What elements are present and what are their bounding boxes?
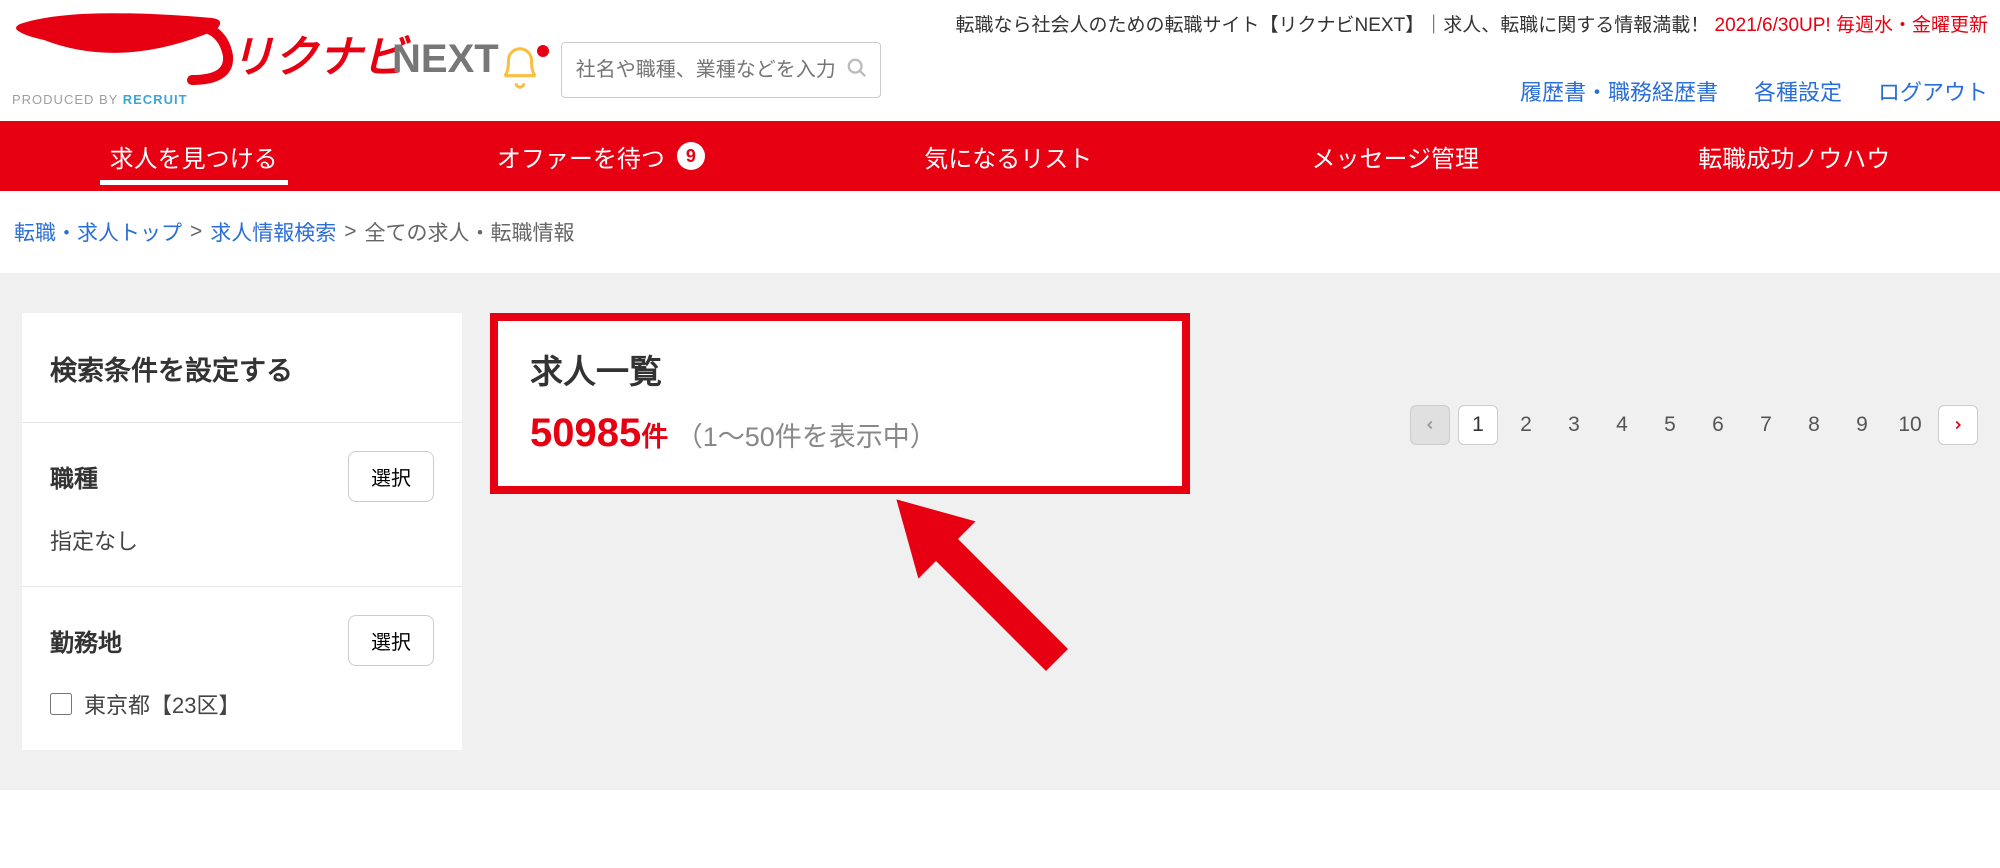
svg-text:リクナビ: リクナビ	[230, 33, 411, 82]
search-filter-sidebar: 検索条件を設定する 職種 選択 指定なし 勤務地 選択 東京都【23区】	[22, 313, 462, 750]
page-5[interactable]: 5	[1650, 405, 1690, 445]
breadcrumb-link-search[interactable]: 求人情報検索	[210, 217, 336, 247]
svg-text:NEXT: NEXT	[392, 37, 499, 81]
page-4[interactable]: 4	[1602, 405, 1642, 445]
link-resume[interactable]: 履歴書・職務経歴書	[1520, 75, 1718, 107]
nav-favorites[interactable]: 気になるリスト	[914, 121, 1102, 191]
filter-location-checkbox[interactable]	[50, 693, 72, 715]
page-2[interactable]: 2	[1506, 405, 1546, 445]
filter-job-value: 指定なし	[50, 524, 434, 556]
page-9[interactable]: 9	[1842, 405, 1882, 445]
notification-dot-icon	[535, 43, 551, 59]
filter-location-select-button[interactable]: 選択	[348, 615, 434, 666]
page-next-button[interactable]	[1938, 405, 1978, 445]
breadcrumb: 転職・求人トップ > 求人情報検索 > 全ての求人・転職情報	[0, 191, 2000, 273]
sidebar-title: 検索条件を設定する	[22, 313, 462, 422]
nav-offers[interactable]: オファーを待つ 9	[487, 121, 715, 191]
main-nav: 求人を見つける オファーを待つ 9 気になるリスト メッセージ管理 転職成功ノウ…	[0, 121, 2000, 191]
results-count-line: 50985件 （1〜50件を表示中）	[530, 411, 1150, 456]
header-tagline: 転職なら社会人のための転職サイト【リクナビNEXT】｜求人、転職に関する情報満載…	[956, 10, 1988, 37]
page-prev-button[interactable]	[1410, 405, 1450, 445]
nav-knowhow[interactable]: 転職成功ノウハウ	[1688, 121, 1900, 191]
link-logout[interactable]: ログアウト	[1878, 75, 1988, 107]
filter-job-select-button[interactable]: 選択	[348, 451, 434, 502]
breadcrumb-current: 全ての求人・転職情報	[365, 217, 575, 247]
nav-find-jobs[interactable]: 求人を見つける	[100, 121, 288, 191]
annotation-arrow-icon	[870, 473, 1090, 698]
page-8[interactable]: 8	[1794, 405, 1834, 445]
results-summary-box: 求人一覧 50985件 （1〜50件を表示中）	[490, 313, 1190, 494]
filter-job-label: 職種	[50, 459, 98, 494]
nav-messages[interactable]: メッセージ管理	[1301, 121, 1489, 191]
page-6[interactable]: 6	[1698, 405, 1738, 445]
page-1[interactable]: 1	[1458, 405, 1498, 445]
page-10[interactable]: 10	[1890, 405, 1930, 445]
site-logo[interactable]: リクナビ NEXT PRODUCED BY RECRUIT	[12, 10, 512, 107]
filter-location-label: 勤務地	[50, 623, 122, 658]
pagination: 1 2 3 4 5 6 7 8 9 10	[1410, 405, 1978, 445]
results-list-title: 求人一覧	[530, 345, 1150, 393]
filter-location-checkbox-row[interactable]: 東京都【23区】	[50, 688, 434, 720]
breadcrumb-link-top[interactable]: 転職・求人トップ	[14, 217, 182, 247]
produced-by-text: PRODUCED BY RECRUIT	[12, 92, 512, 107]
nav-offers-badge: 9	[677, 142, 705, 170]
search-input[interactable]	[576, 59, 838, 82]
link-settings[interactable]: 各種設定	[1754, 75, 1842, 107]
search-icon[interactable]	[846, 57, 868, 84]
search-input-container[interactable]	[561, 42, 881, 98]
page-7[interactable]: 7	[1746, 405, 1786, 445]
page-3[interactable]: 3	[1554, 405, 1594, 445]
notification-bell-icon[interactable]	[497, 45, 543, 96]
